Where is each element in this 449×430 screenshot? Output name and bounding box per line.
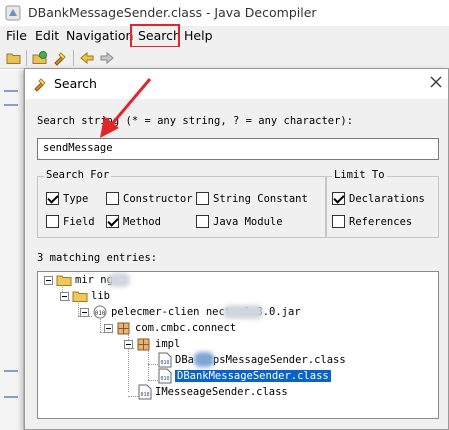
toolbar-separator — [73, 50, 74, 66]
window-title: DBankMessageSender.class - Java Decompil… — [28, 5, 317, 20]
collapse-toggle-icon[interactable] — [104, 324, 113, 333]
tree-node[interactable]: 010 pelecmer-clien nect-v1.3.0.jar — [92, 304, 301, 320]
checkbox-unchecked — [196, 192, 209, 205]
constructor-checkbox[interactable]: Constructor — [106, 192, 193, 205]
references-checkbox-label: References — [349, 215, 413, 228]
toolbar-separator — [26, 50, 27, 66]
tree-node[interactable]: 010 DBa ttpsMessageSender.class — [158, 352, 346, 368]
search-menu-highlight-box — [130, 24, 180, 48]
search-flashlight-icon — [34, 78, 46, 92]
type-checkbox[interactable]: Type — [46, 192, 88, 205]
tree-node-label: DBankMessageSender.class — [175, 370, 331, 382]
package-icon — [137, 338, 150, 351]
class-file-icon: 010 — [158, 368, 172, 384]
java-module-checkbox[interactable]: Java Module — [196, 215, 283, 228]
declarations-checkbox[interactable]: Declarations — [332, 192, 425, 205]
checkbox-unchecked — [106, 192, 119, 205]
gutter-marker — [4, 90, 18, 92]
close-icon[interactable] — [429, 75, 443, 89]
class-file-icon: 010 — [138, 384, 152, 400]
references-checkbox[interactable]: References — [332, 215, 412, 228]
method-checkbox[interactable]: Method — [106, 215, 161, 228]
declarations-checkbox-label: Declarations — [349, 192, 425, 205]
collapse-toggle-icon[interactable] — [124, 340, 133, 349]
checkbox-unchecked — [46, 215, 59, 228]
menu-help[interactable]: Help — [184, 28, 213, 43]
collapse-toggle-icon[interactable] — [44, 276, 53, 285]
tree-node-label: lib — [91, 290, 110, 302]
svg-text:010: 010 — [160, 376, 169, 382]
gutter-marker — [4, 396, 18, 398]
search-string-label: Search string (* = any string, ? = any c… — [37, 115, 354, 127]
menu-navigation[interactable]: Navigation — [66, 28, 133, 43]
checkbox-checked — [332, 192, 345, 205]
svg-text:010: 010 — [95, 310, 106, 317]
redaction-blur — [108, 273, 130, 287]
checkbox-unchecked — [196, 215, 209, 228]
open-type-icon[interactable] — [32, 50, 48, 66]
back-arrow-icon[interactable] — [79, 50, 95, 66]
gutter-marker — [4, 370, 18, 372]
gutter-marker — [4, 104, 18, 106]
redaction-blur — [223, 305, 263, 319]
tree-node[interactable]: com.cmbc.connect — [116, 320, 236, 336]
tree-node-label: impl — [155, 338, 181, 350]
window-titlebar: DBankMessageSender.class - Java Decompil… — [0, 0, 449, 26]
folder-icon — [56, 275, 72, 286]
package-icon — [117, 322, 130, 335]
limit-to-title: Limit To — [332, 169, 387, 181]
forward-arrow-icon[interactable] — [99, 50, 115, 66]
open-folder-icon[interactable] — [6, 50, 22, 66]
constructor-checkbox-label: Constructor — [123, 192, 193, 205]
java-module-checkbox-label: Java Module — [213, 215, 283, 228]
svg-text:010: 010 — [140, 392, 149, 398]
matching-entries-label: 3 matching entries: — [37, 252, 158, 264]
dialog-title: Search — [54, 76, 97, 91]
tree-node[interactable]: 010 IMesseageSender.class — [138, 384, 288, 400]
svg-text:010: 010 — [160, 360, 169, 366]
string-constant-checkbox-label: String Constant — [213, 192, 308, 205]
tree-connector — [148, 380, 158, 381]
toolbar — [0, 47, 449, 69]
java-decompiler-icon — [5, 5, 21, 21]
menu-edit[interactable]: Edit — [35, 28, 59, 43]
dialog-titlebar: Search — [25, 69, 448, 99]
search-input[interactable]: sendMessage — [37, 138, 439, 160]
method-checkbox-label: Method — [123, 215, 161, 228]
field-checkbox[interactable]: Field — [46, 215, 95, 228]
type-checkbox-label: Type — [63, 192, 89, 205]
field-checkbox-label: Field — [63, 215, 95, 228]
collapse-toggle-icon[interactable] — [60, 292, 69, 301]
menubar: File Edit Navigation Search Help — [0, 26, 449, 47]
tree-node-label: IMesseageSender.class — [155, 386, 288, 398]
search-for-title: Search For — [44, 169, 112, 181]
checkbox-unchecked — [332, 215, 345, 228]
results-tree[interactable]: mir ng lib 010 pelecmer-clien nect-v1.3.… — [37, 271, 439, 419]
jar-icon: 010 — [93, 305, 107, 319]
tree-node[interactable]: mir ng — [56, 272, 113, 288]
string-constant-checkbox[interactable]: String Constant — [196, 192, 308, 205]
tree-node[interactable]: impl — [136, 336, 180, 352]
checkbox-checked — [106, 215, 119, 228]
redaction-blur — [194, 352, 214, 367]
collapse-toggle-icon[interactable] — [80, 308, 89, 317]
menu-file[interactable]: File — [6, 28, 27, 43]
class-file-icon: 010 — [158, 352, 172, 368]
search-for-group: Search For Type Constructor String Const… — [37, 169, 327, 238]
tree-node[interactable]: lib — [72, 288, 110, 304]
search-dialog: Search Search string (* = any string, ? … — [24, 68, 449, 430]
tree-connector — [148, 364, 158, 365]
folder-icon — [72, 291, 88, 302]
search-flashlight-icon[interactable] — [52, 50, 68, 66]
editor-gutter — [0, 70, 24, 430]
checkbox-checked — [46, 192, 59, 205]
tree-node-label: pelecmer-clien nect-v1.3.0.jar — [111, 306, 301, 318]
limit-to-group: Limit To Declarations References — [325, 169, 439, 238]
tree-connector — [128, 396, 138, 397]
tree-node-label: com.cmbc.connect — [135, 322, 237, 334]
tree-node-selected[interactable]: 010 DBankMessageSender.class — [158, 368, 331, 384]
